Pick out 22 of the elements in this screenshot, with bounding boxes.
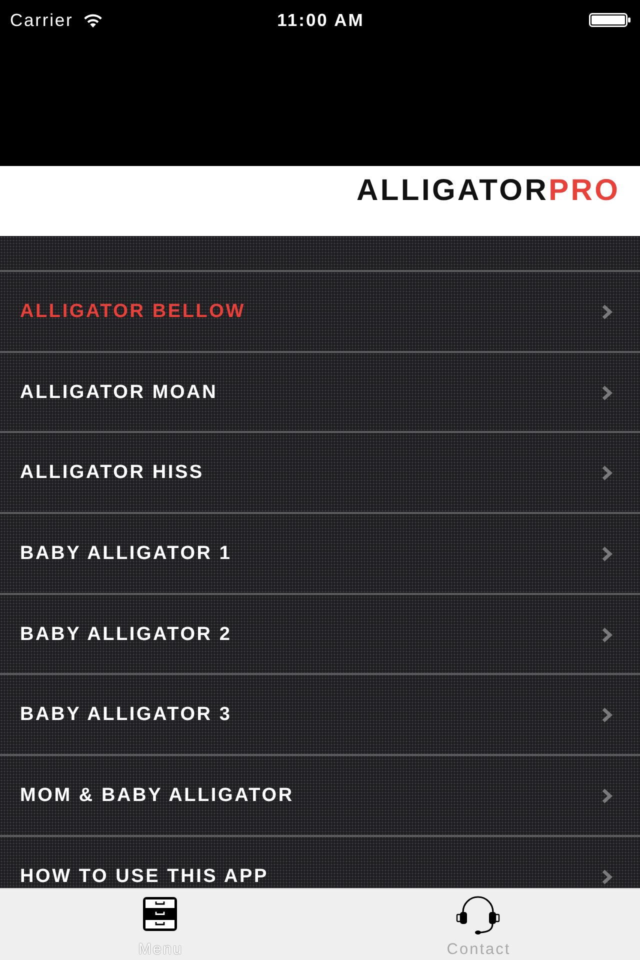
cabinet-icon: [143, 897, 177, 931]
status-time: 11:00 AM: [277, 10, 364, 30]
menu-item[interactable]: BABY ALLIGATOR 2: [0, 592, 640, 674]
chevron-icon: [601, 304, 613, 320]
chevron-icon: [601, 707, 613, 724]
chevron-icon: [601, 465, 613, 482]
menu-item[interactable]: BABY ALLIGATOR 1: [0, 512, 640, 593]
wifi-icon: [83, 12, 104, 28]
headset-icon: [456, 895, 500, 935]
battery-icon: [589, 13, 631, 27]
menu-item[interactable]: ALLIGATOR HISS: [0, 431, 640, 512]
chevron-icon: [601, 626, 613, 643]
menu-item[interactable]: MOM & BABY ALLIGATOR: [0, 754, 640, 835]
menu-item[interactable]: ALLIGATOR MOAN: [0, 350, 640, 432]
menu-item[interactable]: ALLIGATOR BELLOW: [0, 270, 640, 351]
chevron-icon: [601, 788, 613, 804]
app-logo: ALLIGATORPRO: [356, 175, 620, 207]
chevron-icon: [601, 868, 613, 885]
carrier-name: Carrier: [10, 10, 74, 30]
chevron-icon: [601, 546, 613, 562]
menu-item[interactable]: BABY ALLIGATOR 3: [0, 673, 640, 754]
chevron-icon: [601, 384, 613, 401]
